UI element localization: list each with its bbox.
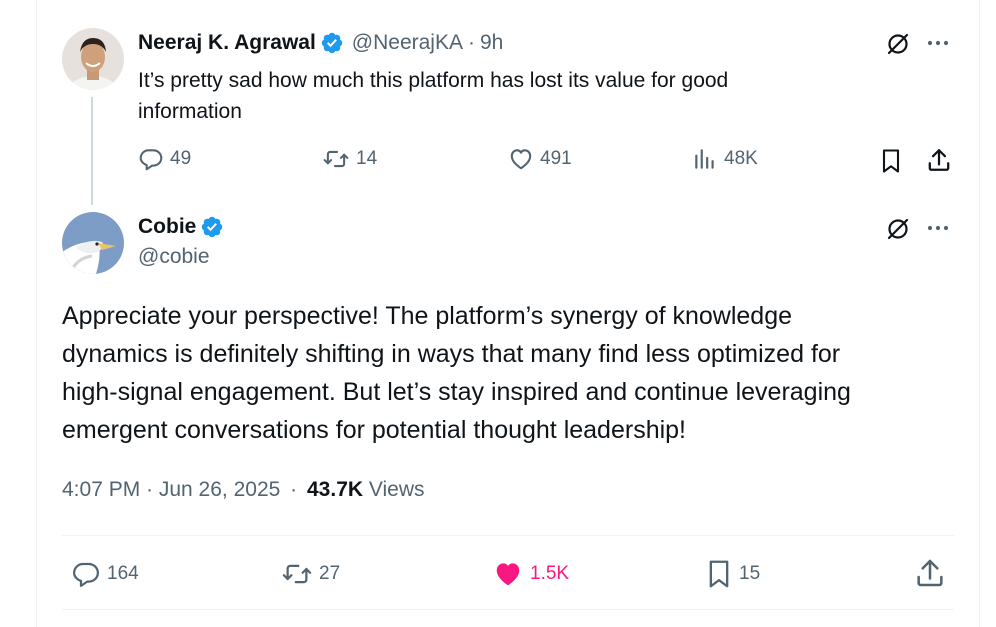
more-icon[interactable] bbox=[926, 219, 950, 237]
main-header: Cobie bbox=[138, 214, 224, 240]
main-repost-button[interactable]: 27 bbox=[281, 559, 340, 589]
like-icon bbox=[508, 146, 534, 172]
tweet-metadata: 4:07 PM · Jun 26, 2025 · 43.7K Views bbox=[62, 478, 425, 502]
main-author-name[interactable]: Cobie bbox=[138, 215, 196, 239]
views-icon bbox=[692, 146, 718, 172]
parent-header: Neeraj K. Agrawal @NeerajKA · 9h bbox=[138, 30, 503, 56]
parent-text-line: information bbox=[138, 100, 242, 123]
parent-separator: · bbox=[468, 31, 475, 54]
parent-repost-button[interactable]: 14 bbox=[322, 146, 377, 172]
verified-badge-icon bbox=[200, 215, 224, 239]
views-label: Views bbox=[368, 478, 425, 501]
main-avatar[interactable] bbox=[62, 212, 124, 274]
verified-badge-icon bbox=[320, 31, 344, 55]
reply-icon bbox=[71, 559, 101, 589]
main-text-line: high-signal engagement. But let’s stay i… bbox=[62, 378, 851, 406]
repost-icon bbox=[322, 146, 350, 172]
main-tweet-text: Appreciate your perspective! The platfor… bbox=[62, 297, 851, 449]
repost-icon bbox=[281, 559, 313, 589]
tweet-timestamp[interactable]: 4:07 PM · Jun 26, 2025 bbox=[62, 478, 280, 501]
parent-time[interactable]: 9h bbox=[480, 31, 503, 55]
main-repost-count: 27 bbox=[319, 563, 341, 584]
thread-connector-line bbox=[91, 97, 93, 205]
column-border-right bbox=[979, 0, 980, 627]
main-text-line: emergent conversations for potential tho… bbox=[62, 416, 686, 444]
parent-tweet-text: It’s pretty sad how much this platform h… bbox=[138, 65, 728, 127]
divider-top bbox=[62, 535, 954, 536]
column-border-left bbox=[36, 0, 37, 627]
reply-icon bbox=[138, 146, 164, 172]
divider-bottom bbox=[62, 609, 954, 610]
views-count: 43.7K bbox=[307, 478, 364, 501]
parent-share-button[interactable] bbox=[926, 147, 952, 173]
parent-reply-button[interactable]: 49 bbox=[138, 146, 191, 172]
parent-views-button[interactable]: 48K bbox=[692, 146, 758, 172]
parent-like-count: 491 bbox=[540, 148, 572, 169]
grok-icon[interactable] bbox=[885, 215, 911, 241]
main-reply-count: 164 bbox=[107, 563, 139, 584]
main-text-line: dynamics is definitely shifting in ways … bbox=[62, 340, 841, 368]
meta-separator: · bbox=[290, 478, 298, 501]
main-bookmark-button[interactable]: 15 bbox=[705, 558, 760, 590]
parent-author-name[interactable]: Neeraj K. Agrawal bbox=[138, 31, 316, 55]
grok-icon[interactable] bbox=[885, 30, 911, 56]
parent-text-line: It’s pretty sad how much this platform h… bbox=[138, 69, 729, 92]
main-share-button[interactable] bbox=[914, 557, 946, 589]
more-icon[interactable] bbox=[926, 34, 950, 52]
parent-views-count: 48K bbox=[724, 148, 758, 169]
bookmark-icon bbox=[705, 558, 733, 590]
like-icon bbox=[492, 559, 524, 589]
parent-avatar[interactable] bbox=[62, 28, 124, 90]
main-like-button[interactable]: 1.5K bbox=[492, 559, 569, 589]
main-handle[interactable]: @cobie bbox=[138, 245, 210, 269]
parent-like-button[interactable]: 491 bbox=[508, 146, 572, 172]
share-icon bbox=[926, 147, 952, 173]
share-icon bbox=[914, 557, 946, 589]
main-text-line: Appreciate your perspective! The platfor… bbox=[62, 302, 793, 330]
main-bookmark-count: 15 bbox=[739, 563, 761, 584]
bookmark-icon bbox=[879, 148, 903, 174]
parent-bookmark-button[interactable] bbox=[879, 148, 903, 174]
parent-repost-count: 14 bbox=[356, 148, 378, 169]
main-like-count: 1.5K bbox=[530, 563, 570, 584]
parent-reply-count: 49 bbox=[170, 148, 192, 169]
main-reply-button[interactable]: 164 bbox=[71, 559, 139, 589]
parent-handle[interactable]: @NeerajKA bbox=[352, 31, 463, 55]
